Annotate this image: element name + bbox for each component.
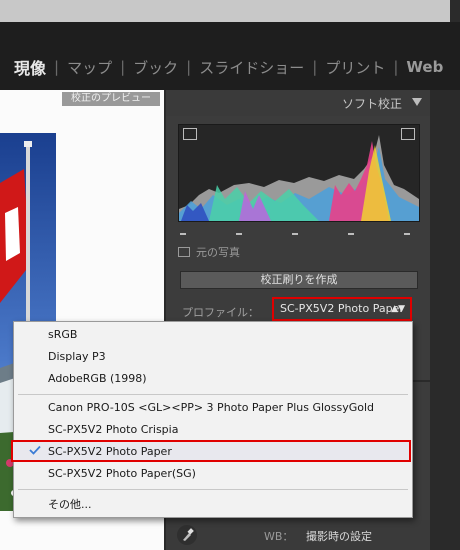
histogram-ticks [178, 222, 418, 235]
window-top-strip [0, 0, 460, 22]
module-develop[interactable]: 現像 [0, 55, 54, 79]
profile-select[interactable]: SC-PX5V2 Photo Paper ▲▼ [272, 297, 412, 321]
create-proof-button[interactable]: 校正刷りを作成 [180, 271, 418, 289]
eyedropper-icon[interactable] [176, 524, 198, 546]
highlight-clipping-icon[interactable] [401, 128, 415, 140]
histogram [178, 124, 420, 222]
module-print[interactable]: プリント [317, 57, 393, 78]
menu-divider [18, 489, 408, 490]
checkmark-icon [29, 445, 41, 455]
module-slideshow[interactable]: スライドショー [191, 57, 312, 78]
menu-item-photo-paper[interactable]: SC-PX5V2 Photo Paper [48, 445, 172, 458]
window-corner [450, 0, 460, 22]
softproof-panel-title: ソフト校正 [341, 97, 402, 111]
profile-dropdown-menu: sRGB Display P3 AdobeRGB (1998) Canon PR… [11, 321, 413, 518]
proof-preview-label: 校正のプレビュー [62, 92, 160, 106]
right-edge [430, 90, 460, 550]
menu-item-photo-crispia[interactable]: SC-PX5V2 Photo Crispia [48, 423, 178, 436]
shadow-clipping-icon[interactable] [183, 128, 197, 140]
wb-select[interactable]: 撮影時の設定 [306, 528, 372, 544]
profile-select-value: SC-PX5V2 Photo Paper [280, 302, 404, 315]
menu-divider [18, 394, 408, 395]
menu-item-adobergb[interactable]: AdobeRGB (1998) [48, 372, 147, 385]
softproof-panel-header[interactable]: ソフト校正 [166, 90, 430, 116]
collapse-triangle-icon[interactable] [412, 98, 422, 106]
module-web[interactable]: Web [398, 58, 451, 76]
original-photo-label: 元の写真 [196, 246, 240, 259]
select-arrows-icon: ▲▼ [391, 304, 405, 314]
menu-item-display-p3[interactable]: Display P3 [48, 350, 106, 363]
white-balance-row: WB： 撮影時の設定 [166, 520, 430, 550]
menu-item-other[interactable]: その他... [48, 496, 92, 512]
menu-item-canon-pro10s[interactable]: Canon PRO-10S <GL><PP> 3 Photo Paper Plu… [48, 401, 374, 414]
module-book[interactable]: ブック [125, 57, 186, 78]
wb-label: WB： [264, 530, 294, 543]
profile-label: プロファイル： [182, 306, 259, 319]
module-map[interactable]: マップ [59, 57, 120, 78]
module-list: 現像 | マップ | ブック | スライドショー | プリント | Web [0, 52, 451, 82]
original-photo-row[interactable]: 元の写真 [178, 244, 240, 260]
menu-item-photo-paper-sg[interactable]: SC-PX5V2 Photo Paper(SG) [48, 467, 196, 480]
original-photo-checkbox[interactable] [178, 247, 190, 257]
menu-item-srgb[interactable]: sRGB [48, 328, 77, 341]
